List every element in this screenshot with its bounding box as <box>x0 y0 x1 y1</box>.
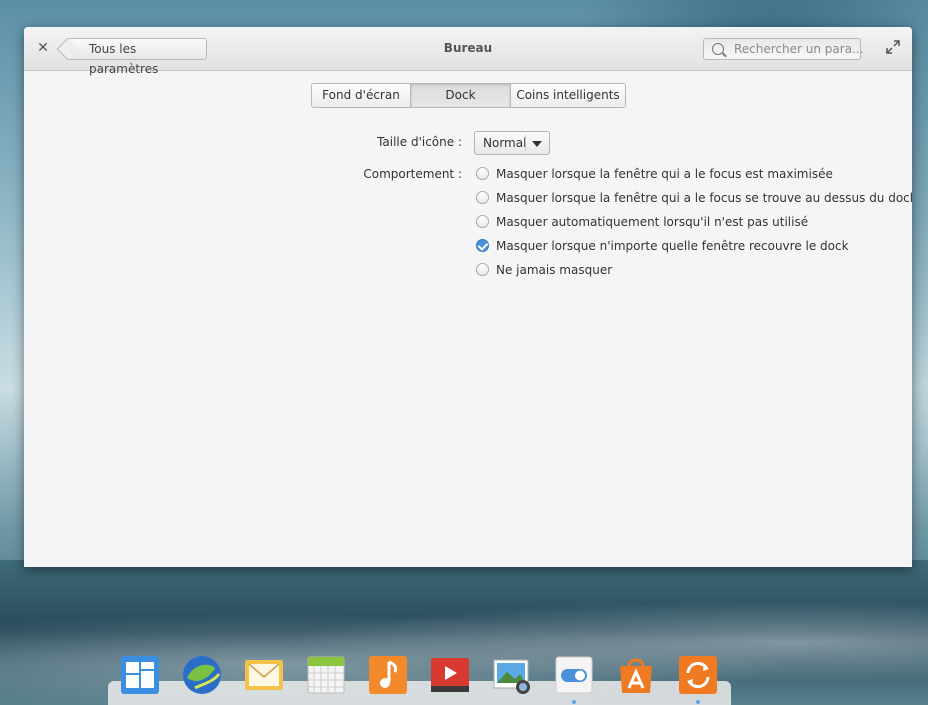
settings-window: ✕ Tous les paramètres Bureau Rechercher … <box>24 27 912 567</box>
back-button[interactable]: Tous les paramètres <box>68 38 207 76</box>
app-center-icon[interactable] <box>615 654 657 696</box>
titlebar: ✕ Tous les paramètres Bureau Rechercher … <box>24 27 912 76</box>
radio-label: Ne jamais masquer <box>496 263 613 277</box>
videos-icon[interactable] <box>429 654 471 696</box>
photos-icon[interactable] <box>491 654 533 696</box>
search-icon <box>712 43 724 55</box>
search-input[interactable]: Rechercher un para... <box>703 38 864 60</box>
tab-hot-corners[interactable]: Coins intelligents <box>511 84 625 107</box>
running-indicator <box>572 700 576 704</box>
maximize-icon <box>886 40 900 54</box>
radio-button[interactable] <box>476 167 489 180</box>
multitasking-view-icon[interactable] <box>119 654 161 696</box>
running-indicator <box>696 700 700 704</box>
chevron-down-icon <box>532 141 542 147</box>
tab-bar: Fond d'écran Dock Coins intelligents <box>311 83 626 108</box>
maximize-button[interactable] <box>886 40 900 54</box>
close-icon: ✕ <box>37 40 49 56</box>
icon-size-dropdown[interactable]: Normal <box>474 131 550 155</box>
music-icon[interactable] <box>367 654 409 696</box>
system-settings-icon[interactable] <box>553 654 595 696</box>
radio-button-checked[interactable] <box>476 239 489 252</box>
tab-dock[interactable]: Dock <box>411 84 511 107</box>
back-button-label: Tous les paramètres <box>89 42 159 76</box>
radio-label: Masquer lorsque la fenêtre qui a le focu… <box>496 167 833 181</box>
tab-wallpaper[interactable]: Fond d'écran <box>312 84 411 107</box>
calendar-icon[interactable] <box>305 654 347 696</box>
radio-label: Masquer lorsque la fenêtre qui a le focu… <box>496 191 912 205</box>
mail-icon[interactable] <box>243 654 285 696</box>
radio-button[interactable] <box>476 191 489 204</box>
icon-size-label: Taille d'icône : <box>377 135 462 149</box>
radio-button[interactable] <box>476 263 489 276</box>
radio-label: Masquer lorsque n'importe quelle fenêtre… <box>496 239 849 253</box>
dropdown-separator <box>525 135 526 151</box>
radio-button[interactable] <box>476 215 489 228</box>
radio-label: Masquer automatiquement lorsqu'il n'est … <box>496 215 809 229</box>
search-placeholder: Rechercher un para... <box>734 42 864 56</box>
close-button[interactable]: ✕ <box>35 39 51 57</box>
icon-size-value: Normal <box>483 136 527 150</box>
behavior-label: Comportement : <box>363 167 462 181</box>
software-update-icon[interactable] <box>677 654 719 696</box>
web-browser-icon[interactable] <box>181 654 223 696</box>
